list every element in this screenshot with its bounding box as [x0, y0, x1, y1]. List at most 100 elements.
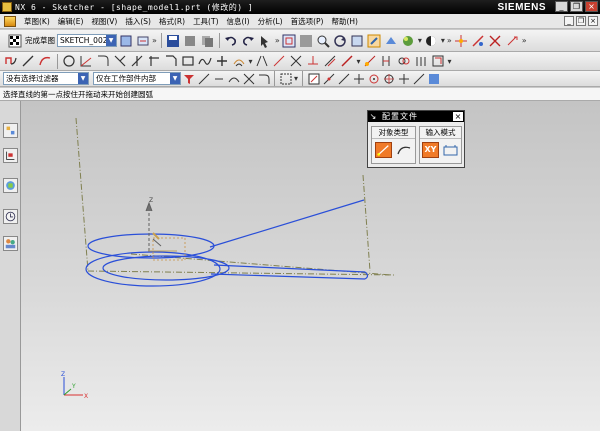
menu-analysis[interactable]: 分析(L): [254, 16, 287, 27]
geometric-constraints-icon[interactable]: [363, 54, 377, 68]
perspective-icon[interactable]: [350, 34, 364, 48]
circle-icon[interactable]: [62, 54, 76, 68]
snap-intersection-icon[interactable]: [353, 73, 365, 85]
point-icon[interactable]: [215, 54, 229, 68]
shaded-view-icon[interactable]: [367, 34, 381, 48]
rotate-icon[interactable]: [333, 34, 347, 48]
background-icon[interactable]: [424, 34, 438, 48]
sketch-name-dropdown[interactable]: SKETCH_002 ▼: [57, 34, 117, 47]
close-icon[interactable]: ×: [453, 112, 463, 121]
toolbar-overflow-icon[interactable]: »: [275, 36, 280, 45]
select-all-icon[interactable]: [198, 73, 210, 85]
web-browser-icon[interactable]: [3, 178, 18, 193]
pattern-curve-icon[interactable]: [323, 54, 337, 68]
finish-sketch-button[interactable]: 完成草图: [6, 34, 55, 48]
part-navigator-icon[interactable]: [3, 148, 18, 163]
copy-icon[interactable]: [200, 34, 214, 48]
menu-view[interactable]: 视图(V): [87, 16, 121, 27]
save-icon[interactable]: [166, 34, 180, 48]
studio-spline-icon[interactable]: [198, 54, 212, 68]
intersection-point-icon[interactable]: [289, 54, 303, 68]
restore-button[interactable]: ❐: [570, 1, 583, 12]
close-button[interactable]: ×: [585, 1, 598, 12]
parameter-mode-icon[interactable]: [442, 142, 459, 158]
dropdown-arrow-icon[interactable]: ▾: [448, 57, 452, 66]
follow-fillet-icon[interactable]: [258, 73, 270, 85]
reattach-icon[interactable]: [136, 34, 150, 48]
profile-icon[interactable]: [4, 54, 18, 68]
display-constraints-icon[interactable]: [488, 34, 502, 48]
magnifier-icon[interactable]: [316, 34, 331, 48]
offset-curve-icon[interactable]: [232, 54, 246, 68]
project-curve-icon[interactable]: [306, 54, 320, 68]
toolbar-overflow-icon[interactable]: »: [447, 36, 452, 45]
toolbar-overflow-icon[interactable]: »: [522, 36, 527, 45]
snap-mid-point-icon[interactable]: [323, 73, 335, 85]
auto-dimension-icon[interactable]: [340, 54, 354, 68]
toolbar-overflow-icon[interactable]: »: [152, 36, 157, 45]
select-icon[interactable]: [258, 34, 272, 48]
dimension-icon[interactable]: [505, 34, 519, 48]
dropdown-arrow-icon[interactable]: ▾: [418, 36, 422, 45]
snap-existing-point-icon[interactable]: [398, 73, 410, 85]
minimize-button[interactable]: _: [555, 1, 568, 12]
assembly-navigator-icon[interactable]: [3, 123, 18, 138]
doc-close-button[interactable]: ×: [588, 16, 598, 26]
dropdown-arrow-icon[interactable]: ▾: [441, 36, 445, 45]
arc-mode-icon[interactable]: [396, 142, 413, 158]
pin-icon[interactable]: ↘: [368, 111, 378, 122]
curve-rule-icon[interactable]: [228, 73, 240, 85]
redo-icon[interactable]: [241, 34, 255, 48]
type-filter-dropdown[interactable]: 没有选择过滤器 ▼: [3, 72, 89, 85]
menu-information[interactable]: 信息(I): [223, 16, 254, 27]
line-icon[interactable]: [21, 54, 35, 68]
add-existing-curve-icon[interactable]: [272, 54, 286, 68]
arc-icon[interactable]: [38, 54, 52, 68]
document-menu-icon[interactable]: [4, 15, 16, 27]
selection-scope-dropdown[interactable]: 仅在工作部件内部 ▼: [93, 72, 181, 85]
convert-reference-icon[interactable]: [380, 54, 394, 68]
fillet-icon[interactable]: [96, 54, 110, 68]
dropdown-arrow-icon[interactable]: ▾: [357, 57, 361, 66]
stop-at-intersection-icon[interactable]: [243, 73, 255, 85]
quick-trim-icon[interactable]: [113, 54, 127, 68]
rectangle-icon[interactable]: [181, 54, 195, 68]
menu-edit[interactable]: 编辑(E): [54, 16, 88, 27]
snap-toggle-icon[interactable]: [280, 73, 292, 85]
chamfer-icon[interactable]: [164, 54, 178, 68]
infer-constraints-icon[interactable]: [414, 54, 428, 68]
dropdown-arrow-icon[interactable]: ▾: [249, 57, 253, 66]
mirror-curve-icon[interactable]: [255, 54, 269, 68]
history-icon[interactable]: [3, 209, 18, 224]
line-mode-icon[interactable]: [375, 142, 392, 158]
quick-extend-icon[interactable]: [130, 54, 144, 68]
undo-icon[interactable]: [224, 34, 238, 48]
menu-format[interactable]: 格式(R): [155, 16, 189, 27]
cut-icon[interactable]: [183, 34, 197, 48]
doc-minimize-button[interactable]: _: [564, 16, 574, 26]
graphics-window[interactable]: Z Z Y X: [21, 101, 600, 431]
deselect-icon[interactable]: [213, 73, 225, 85]
snap-arc-center-icon[interactable]: [368, 73, 380, 85]
snap-quadrant-icon[interactable]: [383, 73, 395, 85]
menu-help[interactable]: 帮助(H): [327, 16, 362, 27]
make-corner-icon[interactable]: [147, 54, 161, 68]
derived-line-icon[interactable]: [79, 54, 93, 68]
alternate-solution-icon[interactable]: [397, 54, 411, 68]
menu-tools[interactable]: 工具(T): [189, 16, 222, 27]
roles-icon[interactable]: [3, 236, 18, 251]
menu-insert[interactable]: 插入(S): [121, 16, 155, 27]
snap-point-icon[interactable]: [454, 34, 468, 48]
doc-restore-button[interactable]: ❐: [576, 16, 586, 26]
dropdown-arrow-icon[interactable]: ▾: [294, 74, 298, 83]
filter-settings-icon[interactable]: [183, 73, 195, 85]
snap-on-curve-icon[interactable]: [413, 73, 425, 85]
coordinate-mode-button[interactable]: XY: [422, 142, 439, 158]
zoom-icon[interactable]: [299, 34, 313, 48]
snap-on-surface-icon[interactable]: [428, 73, 440, 85]
color-sphere-icon[interactable]: [401, 34, 415, 48]
snap-control-point-icon[interactable]: [338, 73, 350, 85]
render-style-icon[interactable]: [384, 34, 398, 48]
orient-view-icon[interactable]: [119, 34, 133, 48]
fit-view-icon[interactable]: [282, 34, 296, 48]
